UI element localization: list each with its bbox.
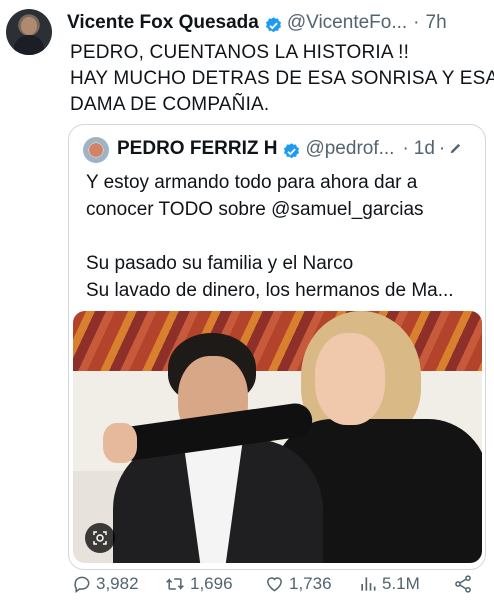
- reply-icon: [74, 576, 90, 593]
- author-name[interactable]: Vicente Fox Quesada: [67, 12, 259, 34]
- tweet-line: DAMA DE COMPAÑIA.: [70, 94, 270, 115]
- author-avatar[interactable]: [6, 9, 52, 55]
- separator-dot: ·: [438, 138, 446, 159]
- tweet-line: PEDRO, CUENTANOS LA HISTORIA !!: [70, 42, 410, 63]
- quoted-tweet-body: Y estoy armando todo para ahora dar a co…: [86, 169, 454, 304]
- avatar-suit: [14, 35, 44, 55]
- quoted-tweet-time[interactable]: 1d: [414, 138, 435, 160]
- views-button[interactable]: 5.1M: [358, 574, 420, 594]
- separator-dot: ·: [402, 138, 409, 159]
- share-icon: [455, 575, 471, 593]
- avatar-face: [21, 17, 37, 35]
- views-icon: [361, 577, 376, 591]
- action-bar: 3,982 1,696 1,736 5.1M: [0, 574, 494, 598]
- quoted-tweet-header: PEDRO FERRIZ H @pedrof... · 1d ·: [117, 138, 463, 160]
- tweet-body: PEDRO, CUENTANOS LA HISTORIA !! HAY MUCH…: [70, 40, 494, 118]
- retweet-count: 1,696: [190, 574, 233, 593]
- like-button[interactable]: 1,736: [264, 574, 332, 594]
- like-icon: [267, 577, 282, 592]
- tweet-header: Vicente Fox Quesada @VicenteFo... · 7h: [67, 12, 447, 34]
- quoted-tweet[interactable]: PEDRO FERRIZ H @pedrof... · 1d · Y estoy…: [68, 124, 486, 570]
- tweet-photo[interactable]: [73, 311, 482, 563]
- retweet-icon: [166, 578, 184, 590]
- reply-button[interactable]: 3,982: [72, 574, 139, 594]
- reply-count: 3,982: [96, 574, 139, 593]
- views-count: 5.1M: [382, 574, 420, 593]
- quoted-author-handle[interactable]: @pedrof...: [305, 138, 394, 160]
- verified-badge-icon: [264, 16, 283, 35]
- retweet-button[interactable]: 1,696: [164, 574, 233, 594]
- quoted-author-avatar[interactable]: [83, 137, 109, 163]
- quoted-line: Su pasado su familia y el Narco: [86, 253, 354, 274]
- pencil-icon: [449, 141, 463, 158]
- share-button[interactable]: [453, 574, 477, 594]
- quoted-author-name[interactable]: PEDRO FERRIZ H: [117, 138, 277, 160]
- tweet-line: HAY MUCHO DETRAS DE ESA SONRISA Y ESA: [70, 68, 494, 89]
- photo-woman-face: [315, 333, 385, 425]
- author-handle[interactable]: @VicenteFo...: [287, 12, 407, 34]
- quoted-line: Su lavado de dinero, los hermanos de Ma.…: [86, 280, 454, 301]
- separator-dot: ·: [413, 12, 420, 33]
- like-count: 1,736: [289, 574, 332, 593]
- verified-badge-icon: [282, 142, 301, 161]
- quoted-line: conocer TODO sobre @samuel_garcias: [86, 199, 424, 220]
- quoted-line: Y estoy armando todo para ahora dar a: [86, 172, 418, 193]
- tweet-time[interactable]: 7h: [426, 12, 447, 34]
- photo-hand: [103, 423, 137, 463]
- lens-icon[interactable]: [85, 523, 115, 553]
